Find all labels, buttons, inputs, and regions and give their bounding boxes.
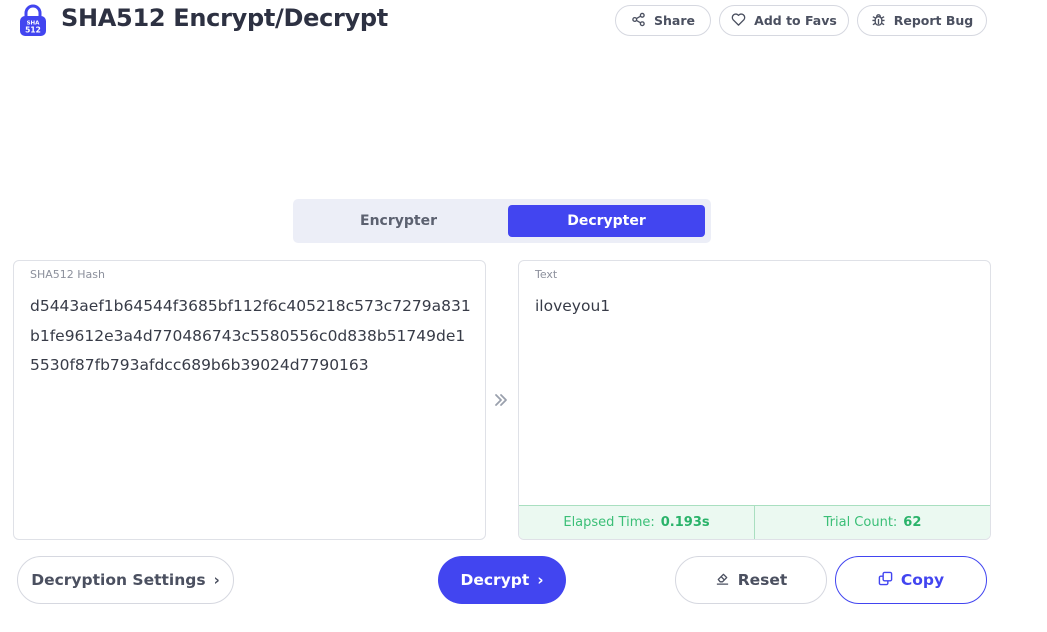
tab-decrypter[interactable]: Decrypter <box>508 205 705 237</box>
elapsed-time-stat: Elapsed Time: 0.193s <box>519 506 754 539</box>
hash-input-label: SHA512 Hash <box>30 268 105 281</box>
text-output-label: Text <box>535 268 558 281</box>
chevron-right-icon: › <box>213 571 220 589</box>
share-icon <box>631 12 646 30</box>
decrypt-button[interactable]: Decrypt › <box>438 556 566 604</box>
heart-icon <box>731 12 746 30</box>
trial-count-value: 62 <box>903 515 922 530</box>
chevron-right-icon: › <box>537 571 544 589</box>
trial-count-label: Trial Count: <box>823 515 898 530</box>
report-bug-label: Report Bug <box>893 13 974 28</box>
eraser-icon <box>715 571 730 590</box>
decryption-settings-label: Decryption Settings <box>31 571 206 589</box>
copy-icon <box>878 571 893 590</box>
decryption-settings-button[interactable]: Decryption Settings › <box>17 556 234 604</box>
copy-button[interactable]: Copy <box>835 556 987 604</box>
decrypt-stats: Elapsed Time: 0.193s Trial Count: 62 <box>519 505 990 539</box>
page-title: SHA512 Encrypt/Decrypt <box>61 4 388 32</box>
add-to-favs-button[interactable]: Add to Favs <box>719 5 849 36</box>
elapsed-time-value: 0.193s <box>660 515 710 530</box>
text-output-panel: Text iloveyou1 Elapsed Time: 0.193s Tria… <box>518 260 991 540</box>
share-label: Share <box>654 13 695 28</box>
tab-encrypter[interactable]: Encrypter <box>300 205 497 237</box>
share-button[interactable]: Share <box>615 5 711 36</box>
trial-count-stat: Trial Count: 62 <box>754 506 990 539</box>
decrypt-label: Decrypt <box>460 571 530 589</box>
logo-text-bottom: 512 <box>25 26 41 35</box>
add-to-favs-label: Add to Favs <box>754 13 837 28</box>
text-output-value[interactable]: iloveyou1 <box>535 292 610 322</box>
bug-icon <box>871 12 886 30</box>
copy-label: Copy <box>900 571 945 589</box>
mode-switch: Encrypter Decrypter <box>293 199 711 243</box>
header: SHA 512 SHA512 Encrypt/Decrypt Share Add… <box>0 0 1047 42</box>
reset-label: Reset <box>737 571 788 589</box>
hash-input-panel[interactable]: SHA512 Hash d5443aef1b64544f3685bf112f6c… <box>13 260 486 540</box>
hash-input-field[interactable]: d5443aef1b64544f3685bf112f6c405218c573c7… <box>30 292 474 381</box>
double-chevron-right-icon <box>493 392 509 408</box>
report-bug-button[interactable]: Report Bug <box>857 5 987 36</box>
reset-button[interactable]: Reset <box>675 556 827 604</box>
elapsed-time-label: Elapsed Time: <box>563 515 655 530</box>
lock-icon: SHA 512 <box>19 4 47 36</box>
